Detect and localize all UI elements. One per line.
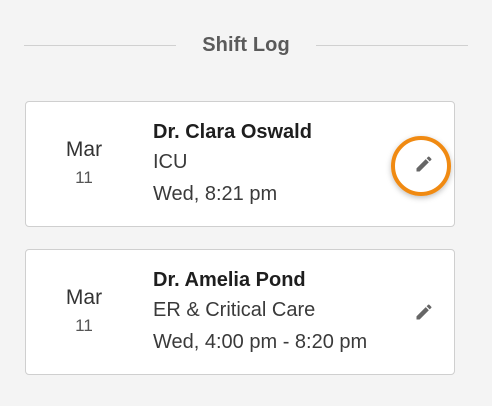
shift-info: Dr. Amelia Pond ER & Critical Care Wed, …: [153, 266, 367, 358]
edit-button[interactable]: [413, 301, 435, 323]
shift-day: 11: [75, 316, 93, 335]
edit-button[interactable]: [413, 153, 435, 175]
shift-date: Mar 11: [26, 102, 142, 226]
shift-time: Wed, 4:00 pm - 8:20 pm: [153, 331, 368, 353]
department: ICU: [153, 151, 188, 173]
pencil-icon: [414, 154, 434, 174]
doctor-name: Dr. Clara Oswald: [153, 121, 312, 143]
pencil-icon: [414, 302, 434, 322]
shift-info: Dr. Clara Oswald ICU Wed, 8:21 pm: [153, 118, 312, 210]
shift-date: Mar 11: [26, 250, 142, 374]
shift-day: 11: [75, 168, 93, 187]
section-title: Shift Log: [202, 33, 290, 56]
doctor-name: Dr. Amelia Pond: [153, 269, 306, 291]
right-divider: [315, 44, 469, 46]
shift-card: Mar 11 Dr. Amelia Pond ER & Critical Car…: [25, 249, 455, 375]
shift-card: Mar 11 Dr. Clara Oswald ICU Wed, 8:21 pm: [25, 101, 455, 227]
shift-time: Wed, 8:21 pm: [153, 183, 278, 205]
department: ER & Critical Care: [153, 299, 316, 321]
left-divider: [24, 44, 177, 46]
shift-month: Mar: [65, 138, 103, 161]
shift-month: Mar: [65, 286, 103, 309]
section-header: Shift Log: [24, 28, 469, 62]
